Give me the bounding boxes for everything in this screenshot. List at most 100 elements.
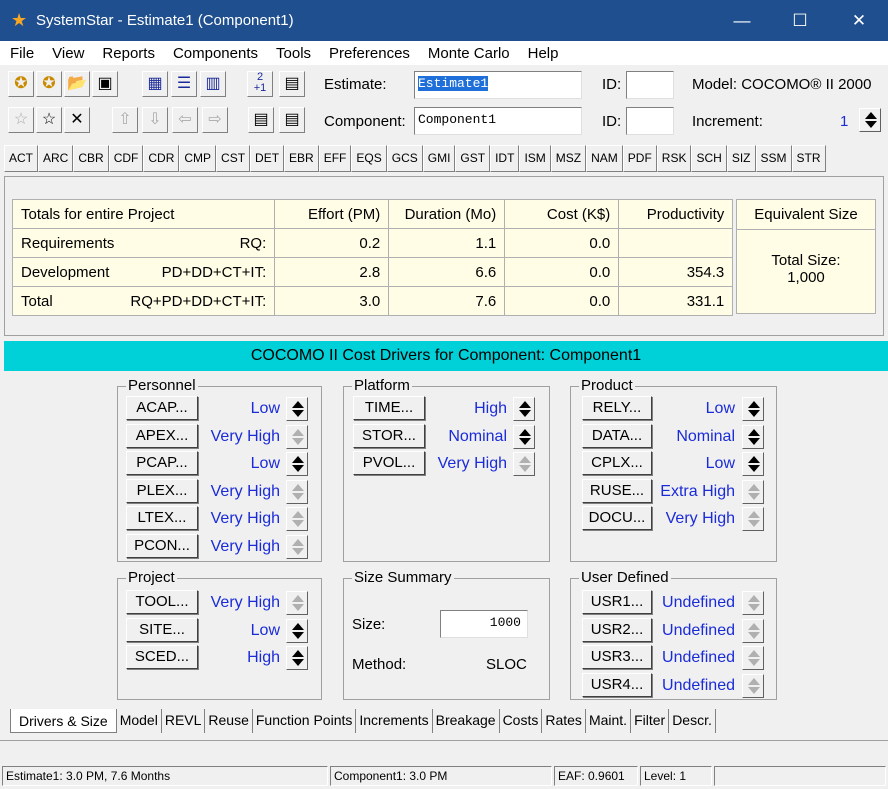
usr1-spinner[interactable] (742, 591, 764, 615)
usr4-button[interactable]: USR4... (582, 673, 652, 697)
ltex-spinner[interactable] (286, 507, 308, 531)
pcap-spinner[interactable] (286, 452, 308, 476)
maximize-button[interactable]: ☐ (771, 0, 829, 41)
code-ebr[interactable]: EBR (284, 145, 319, 172)
save-disk-icon[interactable]: ▣ (92, 71, 118, 97)
code-rsk[interactable]: RSK (656, 145, 692, 172)
pvol-spinner[interactable] (513, 452, 535, 476)
tab-filter[interactable]: Filter (631, 709, 670, 733)
menu-preferences[interactable]: Preferences (319, 45, 418, 62)
code-arc[interactable]: ARC (38, 145, 74, 172)
usr2-button[interactable]: USR2... (582, 618, 652, 642)
data-button[interactable]: DATA... (582, 424, 652, 448)
code-siz[interactable]: SIZ (726, 145, 756, 172)
open-folder-icon[interactable]: 📂 (64, 71, 90, 97)
code-cbr[interactable]: CBR (73, 145, 109, 172)
component-field[interactable]: Component1 (414, 107, 582, 135)
pvol-button[interactable]: PVOL... (353, 451, 425, 475)
code-sch[interactable]: SCH (691, 145, 727, 172)
tab-breakage[interactable]: Breakage (433, 709, 500, 733)
code-gmi[interactable]: GMI (422, 145, 456, 172)
size-field[interactable]: 1000 (440, 610, 528, 638)
ruse-spinner[interactable] (742, 480, 764, 504)
arrow-down-icon[interactable]: ⇩ (142, 107, 168, 133)
menu-file[interactable]: File (0, 45, 42, 62)
usr4-spinner[interactable] (742, 674, 764, 698)
menu-help[interactable]: Help (518, 45, 567, 62)
estimate-id-field[interactable] (626, 71, 674, 99)
docu-spinner[interactable] (742, 507, 764, 531)
delete-x-icon[interactable]: ✕ (64, 107, 90, 133)
usr3-button[interactable]: USR3... (582, 645, 652, 669)
menu-components[interactable]: Components (163, 45, 266, 62)
docu-button[interactable]: DOCU... (582, 506, 652, 530)
code-ssm[interactable]: SSM (755, 145, 792, 172)
cplx-spinner[interactable] (742, 452, 764, 476)
tab-model[interactable]: Model (117, 709, 162, 733)
stor-spinner[interactable] (513, 425, 535, 449)
tab-drivers-size[interactable]: Drivers & Size (10, 709, 117, 733)
close-button[interactable]: ✕ (830, 0, 888, 41)
component-id-field[interactable] (626, 107, 674, 135)
tab-rates[interactable]: Rates (542, 709, 586, 733)
code-idt[interactable]: IDT (490, 145, 520, 172)
code-act[interactable]: ACT (4, 145, 38, 172)
acap-button[interactable]: ACAP... (126, 396, 198, 420)
sced-button[interactable]: SCED... (126, 645, 198, 669)
pcon-button[interactable]: PCON... (126, 534, 198, 558)
code-str[interactable]: STR (791, 145, 826, 172)
cplx-button[interactable]: CPLX... (582, 451, 652, 475)
code-cdr[interactable]: CDR (143, 145, 180, 172)
tool-button[interactable]: TOOL... (126, 590, 198, 614)
pcon-spinner[interactable] (286, 535, 308, 559)
tab-revl[interactable]: REVL (162, 709, 206, 733)
usr2-spinner[interactable] (742, 619, 764, 643)
list-view-icon[interactable]: ☰ (171, 71, 197, 97)
add-component-icon[interactable]: ☆ (36, 107, 62, 133)
menu-monte-carlo[interactable]: Monte Carlo (418, 45, 518, 62)
usr1-button[interactable]: USR1... (582, 590, 652, 614)
code-eff[interactable]: EFF (318, 145, 352, 172)
tab-costs[interactable]: Costs (500, 709, 543, 733)
code-cdf[interactable]: CDF (108, 145, 144, 172)
report-doc-icon[interactable]: ▤ (279, 71, 305, 97)
pcap-button[interactable]: PCAP... (126, 451, 198, 475)
stor-button[interactable]: STOR... (353, 424, 425, 448)
rely-spinner[interactable] (742, 397, 764, 421)
apex-button[interactable]: APEX... (126, 424, 198, 448)
increment-spinner[interactable] (859, 108, 881, 132)
time-button[interactable]: TIME... (353, 396, 425, 420)
rely-button[interactable]: RELY... (582, 396, 652, 420)
tab-reuse[interactable]: Reuse (205, 709, 253, 733)
code-eqs[interactable]: EQS (351, 145, 387, 172)
increment-number-icon[interactable]: 2 +1 (247, 71, 273, 97)
new-estimate-wizard-icon[interactable]: ✪ (36, 71, 62, 97)
code-nam[interactable]: NAM (586, 145, 623, 172)
menu-reports[interactable]: Reports (92, 45, 163, 62)
arrow-up-icon[interactable]: ⇧ (112, 107, 138, 133)
code-ism[interactable]: ISM (519, 145, 551, 172)
time-spinner[interactable] (513, 397, 535, 421)
sced-spinner[interactable] (286, 646, 308, 670)
menu-tools[interactable]: Tools (266, 45, 319, 62)
new-component-icon[interactable]: ☆ (8, 107, 34, 133)
data-spinner[interactable] (742, 425, 764, 449)
menu-view[interactable]: View (42, 45, 92, 62)
site-button[interactable]: SITE... (126, 618, 198, 642)
code-cmp[interactable]: CMP (179, 145, 217, 172)
apex-spinner[interactable] (286, 425, 308, 449)
tab-increments[interactable]: Increments (356, 709, 433, 733)
tab-maint[interactable]: Maint. (586, 709, 632, 733)
plex-button[interactable]: PLEX... (126, 479, 198, 503)
new-estimate-icon[interactable]: ✪ (8, 71, 34, 97)
estimate-field[interactable]: Estimate1 (414, 71, 582, 99)
doc-list-icon[interactable]: ▤ (248, 107, 274, 133)
tab-descr[interactable]: Descr. (669, 709, 716, 733)
arrow-left-icon[interactable]: ⇦ (172, 107, 198, 133)
spreadsheet-view-icon[interactable]: ▦ (142, 71, 168, 97)
code-gst[interactable]: GST (455, 145, 491, 172)
doc-detail-icon[interactable]: ▤ (279, 107, 305, 133)
minimize-button[interactable]: — (713, 0, 771, 41)
acap-spinner[interactable] (286, 397, 308, 421)
code-det[interactable]: DET (250, 145, 285, 172)
